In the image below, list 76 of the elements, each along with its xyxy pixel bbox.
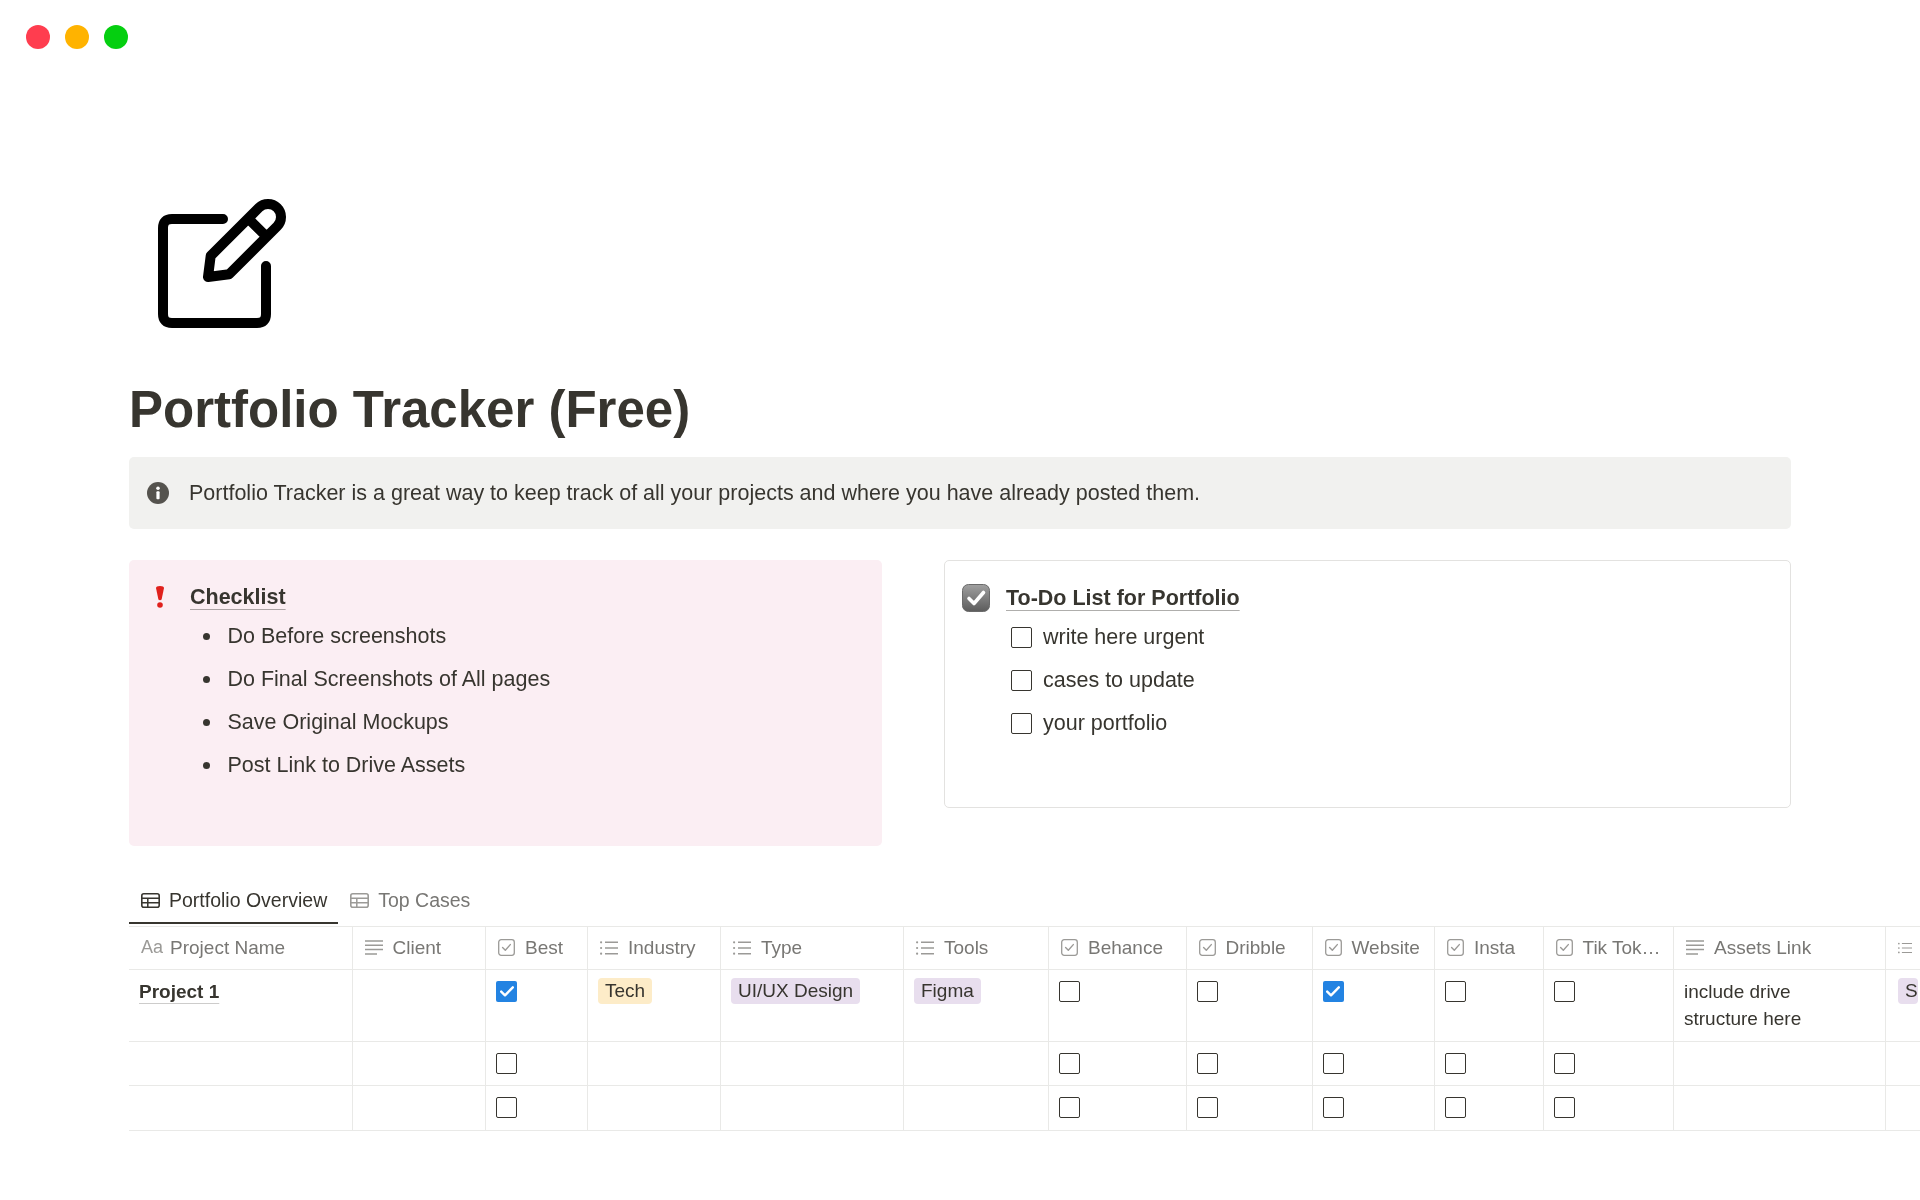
bulleted-list-icon — [1898, 940, 1912, 955]
option-tag: S — [1898, 978, 1918, 1005]
table-checkbox[interactable] — [1322, 1097, 1344, 1119]
table-checkbox[interactable] — [1445, 1097, 1466, 1119]
checkbox-icon — [1447, 939, 1464, 956]
todo-checkbox[interactable] — [1011, 626, 1032, 648]
column-header[interactable]: Tools — [904, 926, 1049, 969]
table-checkbox[interactable] — [1445, 1052, 1466, 1074]
check-icon — [1326, 985, 1340, 997]
bulleted-list-icon — [916, 940, 934, 955]
column-header[interactable]: Industry — [588, 926, 721, 969]
todo-text: write here urgent — [1043, 624, 1205, 651]
table-checkbox[interactable] — [496, 980, 517, 1002]
table-checkbox[interactable] — [1196, 980, 1218, 1002]
text-lines-icon — [1686, 940, 1704, 955]
check-icon — [499, 985, 514, 997]
bulleted-list-icon — [600, 940, 618, 955]
table-checkbox[interactable] — [1059, 1097, 1080, 1119]
list-item-text: Save Original Mockups — [227, 709, 449, 736]
todo-checkbox[interactable] — [1011, 669, 1032, 691]
close-button[interactable] — [26, 25, 50, 49]
table-checkbox[interactable] — [1322, 1052, 1344, 1074]
table-checkbox[interactable] — [496, 1052, 517, 1074]
bullet-icon — [202, 632, 210, 640]
table-icon — [350, 892, 370, 908]
checkbox-icon — [498, 939, 515, 956]
table-checkbox[interactable] — [1553, 980, 1575, 1002]
callout-text: Portfolio Tracker is a great way to keep track of all your projects and where you have already posted them. — [189, 480, 1200, 507]
todo-checkbox[interactable] — [1011, 712, 1032, 734]
table-checkbox[interactable] — [1445, 980, 1466, 1002]
list-item-text: Post Link to Drive Assets — [227, 752, 466, 779]
page-link[interactable]: Project 1 — [139, 980, 220, 1002]
checkbox-icon — [1555, 939, 1573, 956]
table-checkbox[interactable] — [1196, 1052, 1218, 1074]
info-icon — [147, 482, 169, 504]
column-header[interactable]: Best — [486, 926, 588, 969]
view-tab[interactable]: Top Cases — [338, 878, 482, 924]
table-checkbox[interactable] — [1322, 980, 1344, 1002]
column-header[interactable]: Tik Tok… — [1543, 926, 1674, 969]
list-item-text: Do Final Screenshots of All pages — [227, 666, 551, 693]
table-checkbox[interactable] — [1059, 1052, 1080, 1074]
table-cell: include drive structure here — [1674, 969, 1886, 1041]
table-checkbox[interactable] — [1196, 1097, 1218, 1119]
todo-heading: To-Do List for Portfolio — [1006, 585, 1240, 612]
bulleted-list-icon — [733, 940, 751, 955]
option-tag: UI/UX Design — [731, 978, 861, 1005]
checkbox-icon — [1198, 939, 1216, 956]
checklist-heading: Checklist — [190, 584, 286, 611]
option-tag: Tech — [598, 978, 653, 1005]
table-checkbox[interactable] — [1059, 980, 1080, 1002]
bullet-icon — [202, 675, 210, 683]
checkbox-icon — [1324, 939, 1342, 956]
list-item-text: Do Before screenshots — [227, 623, 447, 650]
column-header[interactable]: Type — [721, 926, 904, 969]
todo-text: your portfolio — [1043, 710, 1168, 737]
text-lines-icon — [364, 940, 383, 955]
column-header[interactable]: Dribble — [1186, 926, 1313, 969]
view-tab[interactable]: Portfolio Overview — [129, 878, 339, 924]
column-header[interactable]: Assets Link — [1674, 926, 1886, 969]
column-header[interactable]: Insta — [1435, 926, 1544, 969]
option-tag: Figma — [914, 978, 981, 1005]
checkbox-icon — [962, 584, 990, 612]
exclamation-icon — [155, 586, 165, 608]
page-title: Portfolio Tracker (Free) — [129, 380, 692, 440]
column-header[interactable]: Behance — [1049, 926, 1187, 969]
todo-text: cases to update — [1043, 667, 1195, 694]
table-checkbox[interactable] — [1553, 1052, 1575, 1074]
column-header[interactable]: Aa Project Name — [129, 926, 353, 969]
checkbox-icon — [1061, 939, 1078, 956]
table-checkbox[interactable] — [496, 1097, 517, 1119]
bullet-icon — [202, 718, 210, 726]
table-icon — [141, 892, 160, 908]
table-checkbox[interactable] — [1553, 1097, 1575, 1119]
column-header[interactable]: Client — [352, 926, 486, 969]
bullet-icon — [202, 761, 210, 769]
column-header[interactable]: Website — [1312, 926, 1435, 969]
